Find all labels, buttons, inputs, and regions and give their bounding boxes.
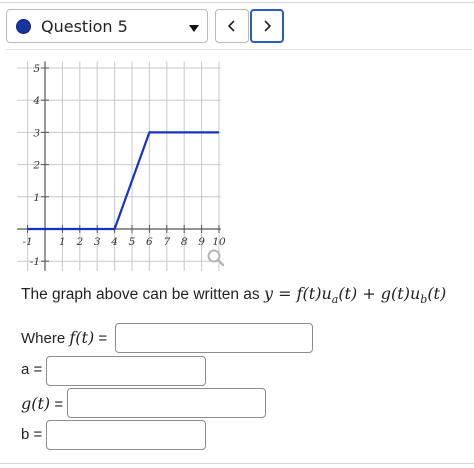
question-status-dot-icon <box>16 18 31 34</box>
question-selector[interactable]: Question 5 <box>6 9 208 43</box>
x-tick-label: -1 <box>22 236 32 248</box>
statement-equation: y = f(t)ua(t) + g(t)ub(t) <box>263 284 447 307</box>
y-tick-label: 3 <box>33 127 40 139</box>
chevron-right-icon <box>264 20 272 32</box>
header-divider <box>6 49 472 50</box>
g-equals: = <box>50 396 64 413</box>
next-question-button[interactable] <box>250 9 284 43</box>
x-tick-label: 5 <box>129 236 136 248</box>
x-tick-label: 4 <box>110 236 118 248</box>
previous-question-button[interactable] <box>215 9 249 43</box>
x-tick-label: 7 <box>163 236 170 248</box>
f-label: Where f(t) = <box>21 328 107 347</box>
x-tick-label: 6 <box>146 236 153 248</box>
bottom-border <box>0 463 474 464</box>
y-tick-label: -1 <box>30 256 40 268</box>
step-function-graph: -1 1 2 3 4 5 6 7 8 9 10-112345 <box>17 61 226 271</box>
y-tick-label: 2 <box>32 160 40 172</box>
g-math: g(t) <box>21 394 51 413</box>
problem-statement: The graph above can be written as y = f(… <box>21 284 446 306</box>
f-math: f(t) <box>69 328 95 347</box>
caret-down-icon <box>189 25 199 32</box>
x-tick-label: 2 <box>75 236 83 248</box>
x-tick-label: 10 <box>212 236 226 248</box>
x-tick-label: 3 <box>94 236 101 248</box>
g-label: g(t) = <box>21 394 63 413</box>
y-tick-label: 5 <box>33 63 40 75</box>
x-tick-label: 1 <box>59 236 66 248</box>
b-label: b = <box>21 426 43 443</box>
question-selector-label: Question 5 <box>41 16 128 36</box>
y-tick-label: 4 <box>32 95 40 107</box>
y-tick-label: 1 <box>33 192 40 204</box>
b-input[interactable] <box>46 420 206 450</box>
statement-text: The graph above can be written as <box>21 286 264 303</box>
magnifier-icon[interactable] <box>207 249 225 267</box>
where-text: Where <box>21 330 70 347</box>
top-border <box>0 2 474 3</box>
a-input[interactable] <box>46 356 206 386</box>
f-input[interactable] <box>115 323 313 353</box>
x-tick-label: 9 <box>198 236 205 248</box>
series-line <box>27 131 219 231</box>
chevron-left-icon <box>227 20 235 32</box>
a-label: a = <box>21 361 43 378</box>
x-tick-label: 8 <box>181 236 188 248</box>
f-equals: = <box>94 330 108 347</box>
g-input[interactable] <box>67 388 266 418</box>
